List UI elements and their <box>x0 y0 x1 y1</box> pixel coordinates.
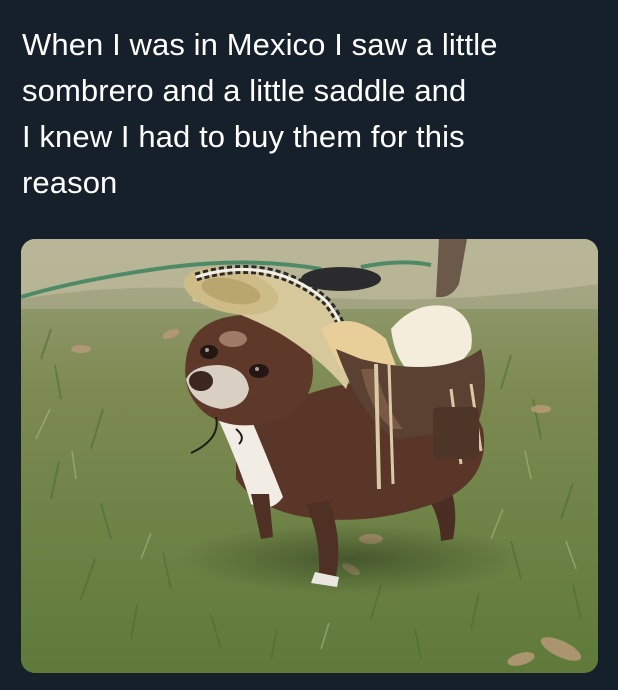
dog-eye <box>200 345 218 359</box>
chihuahua-photo-icon <box>21 239 598 673</box>
tweet-photo[interactable] <box>21 239 598 673</box>
tweet-post: When I was in Mexico I saw a little somb… <box>0 0 618 690</box>
tweet-text: When I was in Mexico I saw a little somb… <box>22 27 498 200</box>
dog-nose <box>189 371 213 391</box>
